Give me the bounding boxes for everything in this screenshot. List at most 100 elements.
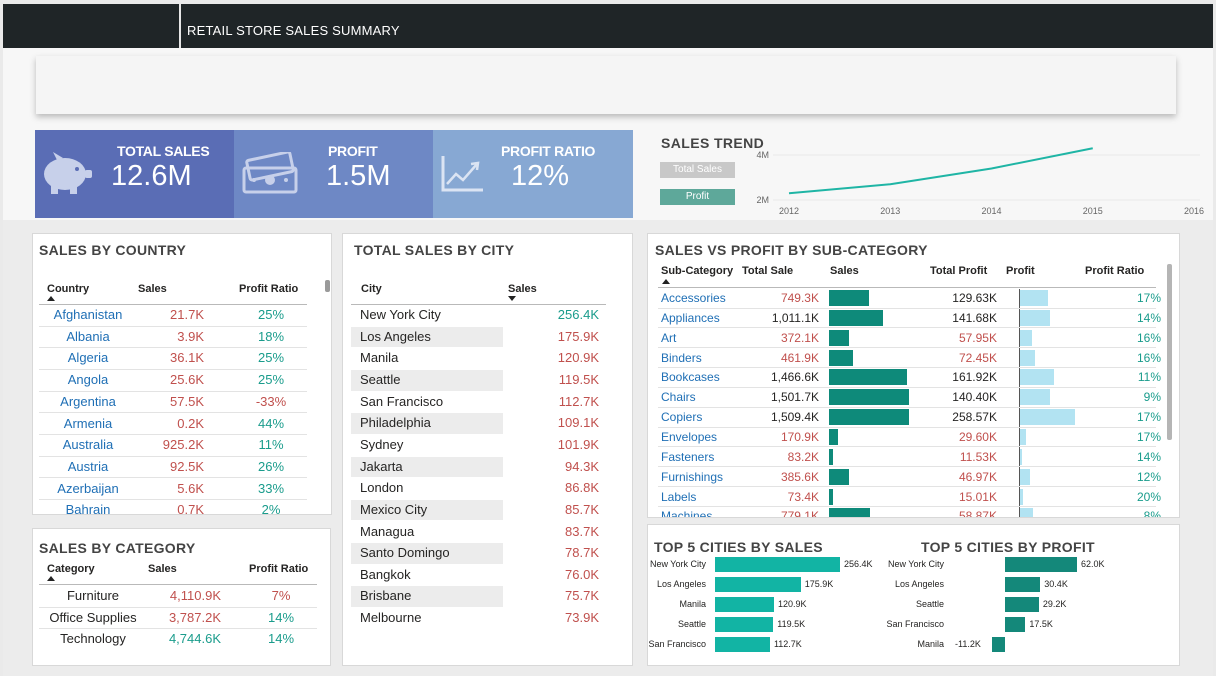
city-sales: 75.7K (565, 588, 599, 604)
country-sales: 36.1K (170, 350, 204, 366)
country-profit-ratio: 25% (257, 307, 285, 322)
top5-profit-bar (1005, 577, 1041, 592)
column-header-city[interactable]: City (361, 283, 382, 295)
sales-data-bar (829, 349, 854, 366)
city-name[interactable]: Bangkok (360, 567, 411, 582)
profit-ratio-value: 20% (1136, 489, 1161, 504)
city-name[interactable]: Los Angeles (360, 329, 431, 344)
category-name[interactable]: Office Supplies (39, 610, 147, 625)
country-name[interactable]: Algeria (33, 350, 143, 365)
country-profit-ratio: 25% (257, 372, 285, 388)
city-name[interactable]: Sydney (360, 437, 403, 452)
title-separator (179, 4, 181, 48)
kpi-total-sales: TOTAL SALES 12.6M (35, 130, 234, 218)
profit-data-bar (1020, 448, 1023, 465)
column-header-sales[interactable]: Sales (830, 265, 859, 277)
x-tick-label: 2012 (779, 206, 799, 216)
kpi-profit-ratio-value: 12% (511, 160, 570, 192)
city-sales: 175.9K (557, 328, 599, 344)
scrollbar-thumb[interactable] (1167, 264, 1172, 440)
country-name[interactable]: Armenia (33, 416, 143, 431)
column-header-sales[interactable]: Sales (148, 563, 177, 575)
sales-data-bar (829, 329, 849, 346)
column-header-country[interactable]: Country (47, 283, 89, 295)
top5-profit-value-label: 30.4K (1044, 579, 1068, 589)
city-name[interactable]: Mexico City (360, 502, 427, 517)
sub-category-name[interactable]: Binders (661, 351, 702, 365)
city-name[interactable]: Melbourne (360, 610, 421, 625)
top5-sales-value-label: 112.7K (773, 639, 802, 649)
country-name[interactable]: Afghanistan (33, 307, 143, 322)
column-header-total-profit[interactable]: Total Profit (930, 265, 987, 277)
city-name[interactable]: Managua (360, 524, 414, 539)
top5-sales-value-label: 175.9K (804, 579, 834, 589)
kpi-profit-ratio: PROFIT RATIO 12% (433, 130, 633, 218)
sub-category-name[interactable]: Labels (661, 490, 696, 504)
column-header-total-sale[interactable]: Total Sale (742, 265, 793, 277)
profit-data-bar (1020, 508, 1033, 517)
city-name[interactable]: Jakarta (360, 459, 403, 474)
sales-data-bar (829, 508, 871, 517)
column-header-sales[interactable]: Sales (138, 283, 167, 295)
sub-category-name[interactable]: Bookcases (661, 370, 720, 384)
country-name[interactable]: Albania (33, 329, 143, 344)
country-name[interactable]: Austria (33, 459, 143, 474)
sub-category-name[interactable]: Chairs (661, 390, 696, 404)
city-sales: 85.7K (565, 501, 599, 517)
sub-category-name[interactable]: Machines (661, 509, 712, 517)
top5-sales-city-label: Los Angeles (656, 579, 706, 589)
country-name[interactable]: Angola (33, 372, 143, 387)
profit-ratio-value: 14% (1136, 449, 1161, 464)
row-divider (39, 325, 307, 327)
sub-category-name[interactable]: Fasteners (661, 450, 714, 464)
category-name[interactable]: Furniture (39, 588, 147, 603)
profit-data-bar (1020, 290, 1048, 306)
top5-cities-card: TOP 5 CITIES BY SALES TOP 5 CITIES BY PR… (647, 524, 1180, 666)
column-header-category[interactable]: Category (47, 563, 95, 575)
profit-ratio-value: 17% (1136, 291, 1161, 305)
x-tick-label: 2016 (1184, 206, 1204, 216)
column-header-sub-category[interactable]: Sub-Category (661, 265, 733, 277)
city-name[interactable]: Santo Domingo (360, 545, 450, 560)
city-name[interactable]: London (360, 480, 403, 495)
city-name[interactable]: New York City (360, 307, 441, 322)
city-name[interactable]: San Francisco (360, 394, 443, 409)
sales-by-category-card: SALES BY CATEGORY Category Sales Profit … (32, 528, 331, 666)
city-name[interactable]: Brisbane (360, 588, 411, 603)
profit-ratio-value: 14% (1136, 310, 1161, 325)
profit-ratio-value: 12% (1136, 469, 1161, 484)
column-header-profit-ratio[interactable]: Profit Ratio (1085, 265, 1144, 277)
kpi-profit: PROFIT 1.5M (234, 130, 433, 218)
sub-category-name[interactable]: Furnishings (661, 470, 723, 484)
sub-category-name[interactable]: Appliances (661, 311, 720, 325)
total-profit-value: 11.53K (959, 449, 997, 464)
column-header-sales[interactable]: Sales (508, 283, 537, 295)
sales-data-bar (829, 448, 834, 465)
category-name[interactable]: Technology (39, 631, 147, 646)
scrollbar-thumb[interactable] (325, 280, 330, 292)
kpi-profit-value: 1.5M (326, 160, 391, 192)
top5-sales-city-label: Manila (679, 599, 706, 609)
slicer-panel[interactable] (36, 56, 1176, 114)
country-name[interactable]: Bahrain (33, 502, 143, 514)
city-name[interactable]: Seattle (360, 372, 400, 387)
city-name[interactable]: Manila (360, 350, 398, 365)
top5-profit-bar (991, 637, 1005, 652)
row-divider (658, 347, 1156, 349)
sub-category-name[interactable]: Art (661, 331, 676, 345)
sub-category-name[interactable]: Copiers (661, 410, 702, 424)
sales-data-bar (829, 290, 869, 306)
column-header-profit-ratio[interactable]: Profit Ratio (239, 283, 298, 295)
row-divider (39, 499, 307, 501)
sub-category-name[interactable]: Envelopes (661, 430, 717, 444)
sub-category-name[interactable]: Accessories (661, 291, 726, 305)
category-sales: 3,787.2K (168, 609, 221, 625)
column-header-profit[interactable]: Profit (1006, 265, 1035, 277)
column-header-profit-ratio[interactable]: Profit Ratio (249, 563, 308, 575)
country-name[interactable]: Australia (33, 437, 143, 452)
city-name[interactable]: Philadelphia (360, 415, 431, 430)
country-name[interactable]: Argentina (33, 394, 143, 409)
country-name[interactable]: Azerbaijan (33, 481, 143, 496)
top-bar: RETAIL STORE SALES SUMMARY (3, 4, 1213, 48)
top5-sales-city-label: New York City (649, 559, 706, 569)
